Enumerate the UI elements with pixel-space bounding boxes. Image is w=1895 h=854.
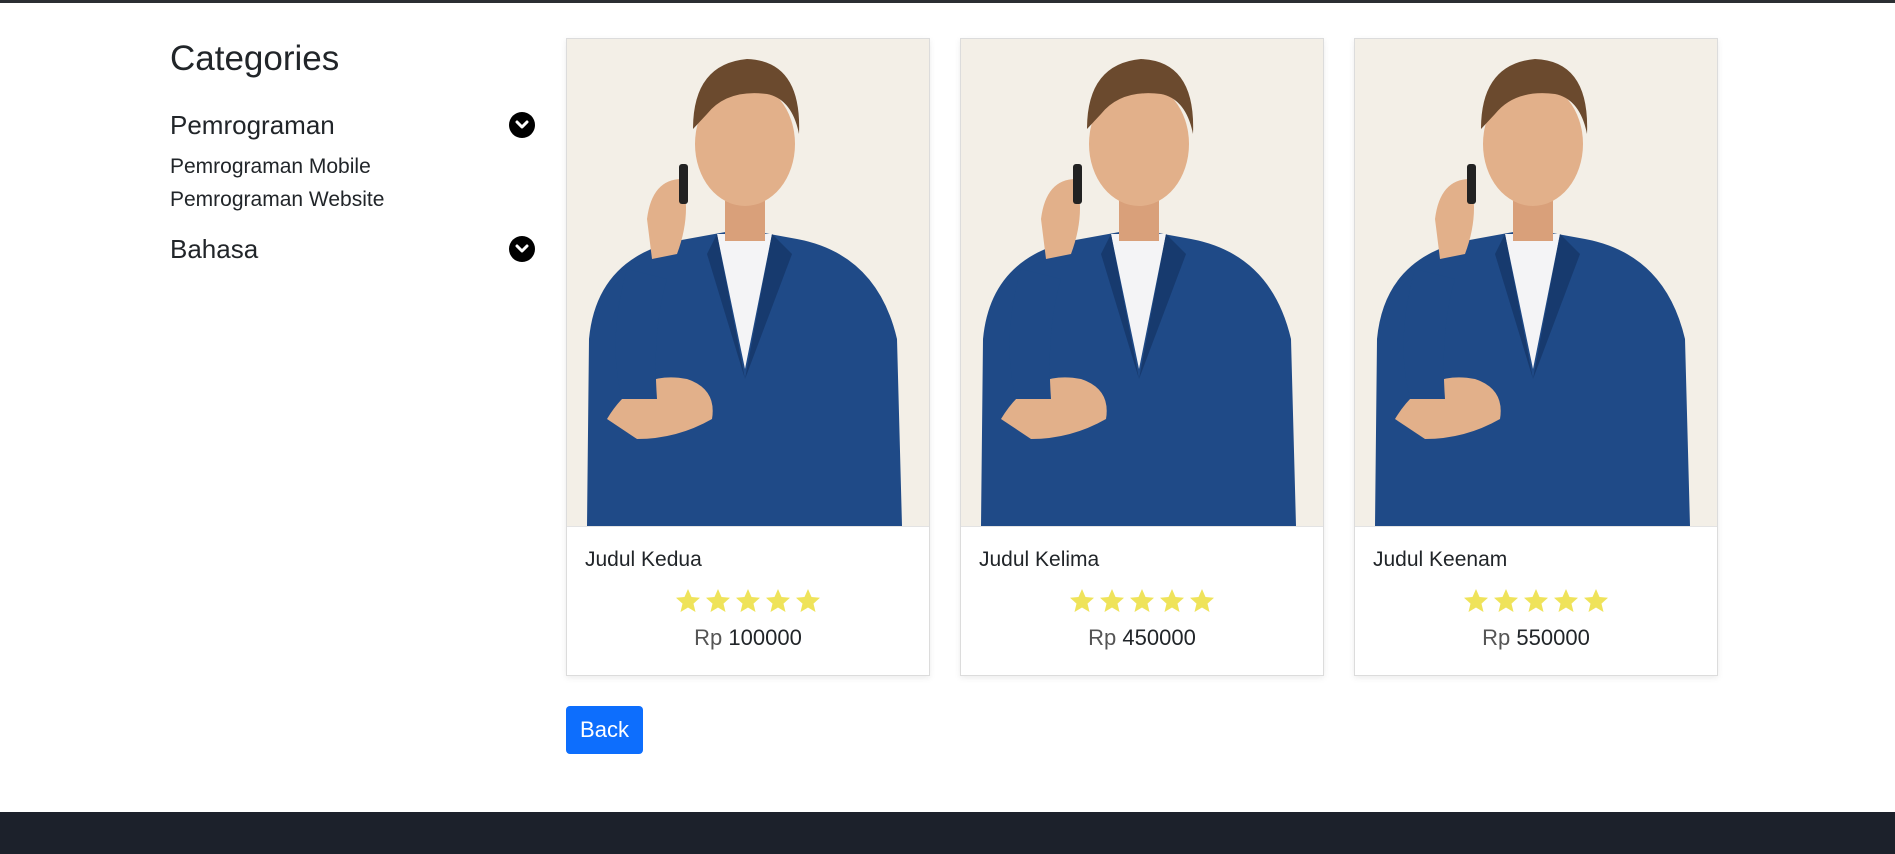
category-group-bahasa: Bahasa [170, 228, 535, 270]
back-button[interactable]: Back [566, 706, 643, 754]
star-rating [979, 587, 1305, 615]
chevron-down-icon[interactable] [509, 236, 535, 262]
star-icon [1100, 589, 1124, 612]
star-icon [1584, 589, 1608, 612]
subcategory-pemrograman-mobile[interactable]: Pemrograman Mobile [170, 150, 535, 183]
product-card[interactable]: Judul Kelima Rp 450000 [960, 38, 1324, 676]
product-grid: Judul Kedua Rp 100000 Judul Kelima Rp 45 [566, 38, 1718, 676]
price-value: 550000 [1516, 625, 1590, 650]
product-price: Rp 550000 [1373, 625, 1699, 651]
product-image[interactable] [1355, 39, 1717, 527]
subcategory-pemrograman-website[interactable]: Pemrograman Website [170, 183, 535, 216]
star-icon [1190, 589, 1214, 612]
category-header-bahasa[interactable]: Bahasa [170, 228, 535, 270]
product-price: Rp 450000 [979, 625, 1305, 651]
price-currency: Rp [694, 625, 723, 650]
photo-figure [1375, 59, 1690, 526]
star-icon [736, 589, 760, 612]
card-body: Judul Kelima Rp 450000 [961, 527, 1323, 651]
star-rating [585, 587, 911, 615]
price-value: 450000 [1122, 625, 1196, 650]
product-title[interactable]: Judul Kelima [979, 547, 1305, 573]
product-title[interactable]: Judul Keenam [1373, 547, 1699, 573]
star-icon [1160, 589, 1184, 612]
category-name: Bahasa [170, 233, 259, 264]
card-body: Judul Keenam Rp 550000 [1355, 527, 1717, 651]
category-header-pemrograman[interactable]: Pemrograman [170, 104, 535, 146]
product-card[interactable]: Judul Kedua Rp 100000 [566, 38, 930, 676]
footer [0, 812, 1895, 854]
star-icon [796, 589, 820, 612]
category-name: Pemrograman [170, 109, 335, 140]
star-icon [706, 589, 730, 612]
price-currency: Rp [1482, 625, 1511, 650]
product-image[interactable] [961, 39, 1323, 527]
price-value: 100000 [728, 625, 802, 650]
star-icon [1554, 589, 1578, 612]
product-image[interactable] [567, 39, 929, 527]
product-price: Rp 100000 [585, 625, 911, 651]
top-border [0, 0, 1895, 3]
chevron-down-icon[interactable] [509, 112, 535, 138]
product-title[interactable]: Judul Kedua [585, 547, 911, 573]
star-icon [1464, 589, 1488, 612]
star-icon [1070, 589, 1094, 612]
star-rating [1373, 587, 1699, 615]
subcategory-list: Pemrograman Mobile Pemrograman Website [170, 150, 535, 216]
price-currency: Rp [1088, 625, 1117, 650]
card-body: Judul Kedua Rp 100000 [567, 527, 929, 651]
star-icon [676, 589, 700, 612]
photo-figure [981, 59, 1296, 526]
product-card[interactable]: Judul Keenam Rp 550000 [1354, 38, 1718, 676]
categories-title: Categories [170, 39, 340, 78]
photo-figure [587, 59, 902, 526]
category-group-pemrograman: Pemrograman Pemrograman Mobile Pemrogram… [170, 104, 535, 216]
categories-sidebar: Categories Pemrograman Pemrograman Mobil… [170, 36, 535, 270]
star-icon [1524, 589, 1548, 612]
star-icon [1494, 589, 1518, 612]
star-icon [1130, 589, 1154, 612]
star-icon [766, 589, 790, 612]
